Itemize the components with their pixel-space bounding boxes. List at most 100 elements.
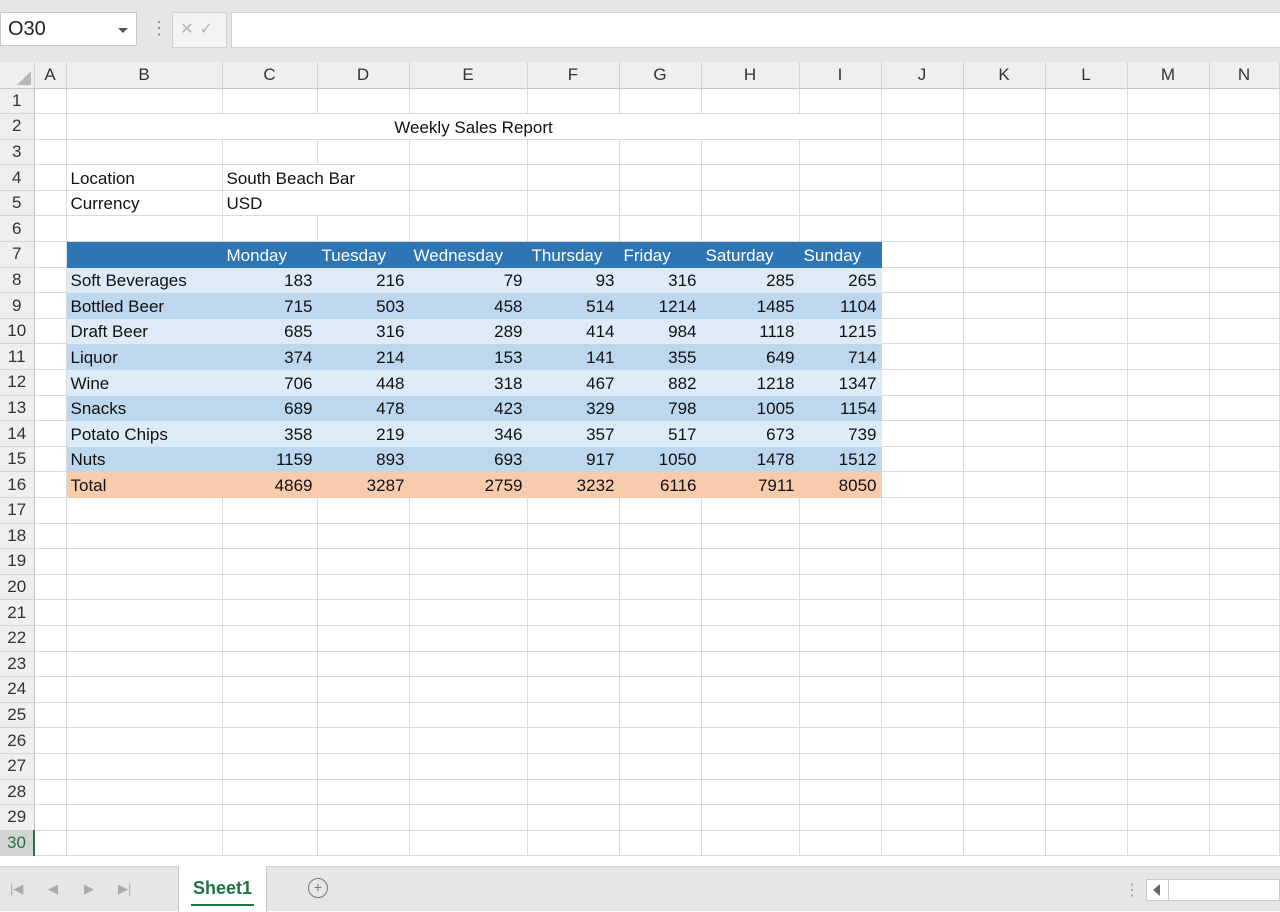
- cell-j13[interactable]: [881, 395, 964, 422]
- cell-n27[interactable]: [1209, 753, 1280, 780]
- currency-value[interactable]: USD: [222, 190, 410, 217]
- sales-value[interactable]: 141: [527, 343, 620, 371]
- cell-c22[interactable]: [222, 625, 318, 652]
- cell-l5[interactable]: [1045, 190, 1128, 217]
- cell-b22[interactable]: [66, 625, 223, 652]
- cell-d25[interactable]: [317, 702, 410, 729]
- cell-f21[interactable]: [527, 599, 620, 626]
- cell-k27[interactable]: [963, 753, 1046, 780]
- location-value[interactable]: South Beach Bar: [222, 164, 410, 191]
- cell-e24[interactable]: [409, 676, 528, 703]
- cell-a5[interactable]: [34, 190, 67, 217]
- cell-e20[interactable]: [409, 574, 528, 601]
- sales-value[interactable]: 183: [222, 267, 318, 294]
- total-value[interactable]: 2759: [409, 471, 528, 498]
- sales-value[interactable]: 1159: [222, 446, 318, 473]
- row-header-15[interactable]: 15: [0, 446, 35, 473]
- cell-a20[interactable]: [34, 574, 67, 601]
- cell-m10[interactable]: [1127, 318, 1210, 345]
- cell-k1[interactable]: [963, 88, 1046, 115]
- row-header-21[interactable]: 21: [0, 599, 35, 626]
- cell-h25[interactable]: [701, 702, 800, 729]
- cell-i26[interactable]: [799, 727, 882, 754]
- sales-value[interactable]: 448: [317, 369, 410, 396]
- cell-n22[interactable]: [1209, 625, 1280, 652]
- cell-l26[interactable]: [1045, 727, 1128, 754]
- cell-k15[interactable]: [963, 446, 1046, 473]
- cell-h19[interactable]: [701, 548, 800, 575]
- cell-l21[interactable]: [1045, 599, 1128, 626]
- cell-j7[interactable]: [881, 241, 964, 268]
- row-header-4[interactable]: 4: [0, 164, 35, 191]
- cell-l24[interactable]: [1045, 676, 1128, 703]
- cell-m19[interactable]: [1127, 548, 1210, 575]
- cell-a18[interactable]: [34, 523, 67, 550]
- cell-k17[interactable]: [963, 497, 1046, 524]
- cell-i22[interactable]: [799, 625, 882, 652]
- sales-value[interactable]: 1214: [619, 292, 702, 319]
- cell-a14[interactable]: [34, 420, 67, 447]
- cell-l29[interactable]: [1045, 804, 1128, 831]
- cell-a6[interactable]: [34, 215, 67, 243]
- sales-value[interactable]: 1118: [701, 318, 800, 345]
- cell-d1[interactable]: [317, 88, 410, 115]
- cell-a7[interactable]: [34, 241, 67, 268]
- cell-n2[interactable]: [1209, 113, 1280, 140]
- cell-m9[interactable]: [1127, 292, 1210, 319]
- cell-e30[interactable]: [409, 830, 528, 857]
- cell-k13[interactable]: [963, 395, 1046, 422]
- cell-c26[interactable]: [222, 727, 318, 754]
- total-value[interactable]: 8050: [799, 471, 882, 498]
- cell-m28[interactable]: [1127, 779, 1210, 806]
- day-header-sunday[interactable]: Sunday: [799, 241, 882, 268]
- cell-a3[interactable]: [34, 139, 67, 166]
- cell-h5[interactable]: [701, 190, 800, 217]
- sales-value[interactable]: 458: [409, 292, 528, 319]
- row-header-20[interactable]: 20: [0, 574, 35, 601]
- cell-i3[interactable]: [799, 139, 882, 166]
- cell-n6[interactable]: [1209, 215, 1280, 243]
- column-header-d[interactable]: D: [317, 62, 410, 89]
- formula-input[interactable]: [231, 12, 1280, 48]
- cell-d20[interactable]: [317, 574, 410, 601]
- cell-i1[interactable]: [799, 88, 882, 115]
- cell-a16[interactable]: [34, 471, 67, 498]
- cell-l25[interactable]: [1045, 702, 1128, 729]
- cell-h20[interactable]: [701, 574, 800, 601]
- cell-c29[interactable]: [222, 804, 318, 831]
- sales-value[interactable]: 685: [222, 318, 318, 345]
- location-label[interactable]: Location: [66, 164, 223, 191]
- row-header-24[interactable]: 24: [0, 676, 35, 703]
- sales-value[interactable]: 1005: [701, 395, 800, 422]
- cell-h3[interactable]: [701, 139, 800, 166]
- sales-value[interactable]: 374: [222, 343, 318, 371]
- cell-c25[interactable]: [222, 702, 318, 729]
- cell-l13[interactable]: [1045, 395, 1128, 422]
- column-header-g[interactable]: G: [619, 62, 702, 89]
- sales-value[interactable]: 517: [619, 420, 702, 447]
- cell-m11[interactable]: [1127, 343, 1210, 371]
- cell-d19[interactable]: [317, 548, 410, 575]
- cell-k5[interactable]: [963, 190, 1046, 217]
- cell-c21[interactable]: [222, 599, 318, 626]
- row-header-2[interactable]: 2: [0, 113, 35, 140]
- sales-value[interactable]: 706: [222, 369, 318, 396]
- cell-j23[interactable]: [881, 651, 964, 678]
- cell-n12[interactable]: [1209, 369, 1280, 396]
- cell-g25[interactable]: [619, 702, 702, 729]
- cell-c1[interactable]: [222, 88, 318, 115]
- cell-b26[interactable]: [66, 727, 223, 754]
- cell-c28[interactable]: [222, 779, 318, 806]
- cell-i19[interactable]: [799, 548, 882, 575]
- cell-k14[interactable]: [963, 420, 1046, 447]
- row-header-9[interactable]: 9: [0, 292, 35, 319]
- row-header-8[interactable]: 8: [0, 267, 35, 294]
- cell-b25[interactable]: [66, 702, 223, 729]
- cell-a27[interactable]: [34, 753, 67, 780]
- name-box[interactable]: O30: [0, 12, 137, 46]
- cell-c27[interactable]: [222, 753, 318, 780]
- cell-a29[interactable]: [34, 804, 67, 831]
- cell-m20[interactable]: [1127, 574, 1210, 601]
- row-header-19[interactable]: 19: [0, 548, 35, 575]
- cell-j24[interactable]: [881, 676, 964, 703]
